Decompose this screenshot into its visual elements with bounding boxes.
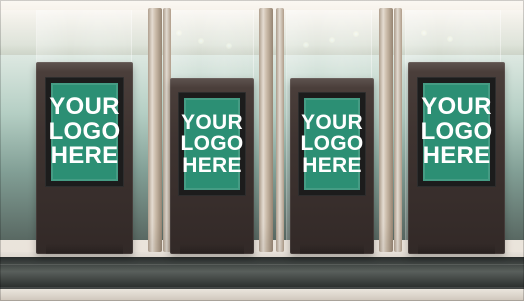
kiosk-base-4 (418, 244, 495, 254)
support-column (148, 8, 162, 252)
logo-text-line-2: LOGO (48, 117, 121, 145)
digital-signage-scene: YOUR LOGO HERE YOUR LOGO HERE YOUR LOGO … (0, 0, 524, 301)
logo-text-line-3: HERE (422, 142, 491, 170)
kiosk-base-2 (180, 244, 244, 254)
logo-text-line-2: LOGO (420, 117, 493, 145)
logo-screen-3: YOUR LOGO HERE (300, 98, 363, 190)
signage-kiosk-2: YOUR LOGO HERE (170, 78, 254, 254)
support-column (259, 8, 273, 252)
logo-text-line-1: YOUR (49, 93, 120, 121)
logo-text-line-3: HERE (50, 142, 119, 170)
logo-text-line-2: LOGO (180, 132, 244, 156)
screen-frame-2: YOUR LOGO HERE (178, 92, 246, 196)
logo-text-line-1: YOUR (181, 110, 243, 134)
logo-screen-2: YOUR LOGO HERE (180, 98, 243, 190)
logo-text-line-1: YOUR (421, 93, 492, 121)
screen-frame-3: YOUR LOGO HERE (298, 92, 366, 196)
kiosk-base-3 (300, 244, 364, 254)
floor-reflection (0, 289, 524, 301)
logo-text-line-3: HERE (182, 153, 242, 177)
logo-screen-4: YOUR LOGO HERE (420, 83, 493, 181)
logo-text-line-2: LOGO (300, 132, 364, 156)
screen-frame-1: YOUR LOGO HERE (45, 77, 124, 187)
support-column (394, 8, 402, 252)
support-column (379, 8, 393, 252)
logo-text-line-3: HERE (302, 153, 362, 177)
signage-kiosk-3: YOUR LOGO HERE (290, 78, 374, 254)
logo-screen-1: YOUR LOGO HERE (48, 83, 121, 181)
signage-kiosk-1: YOUR LOGO HERE (36, 62, 133, 254)
logo-text-line-1: YOUR (301, 110, 363, 134)
signage-kiosk-4: YOUR LOGO HERE (408, 62, 505, 254)
railing (0, 257, 524, 289)
kiosk-base-1 (46, 244, 123, 254)
support-column (276, 8, 284, 252)
screen-frame-4: YOUR LOGO HERE (417, 77, 496, 187)
